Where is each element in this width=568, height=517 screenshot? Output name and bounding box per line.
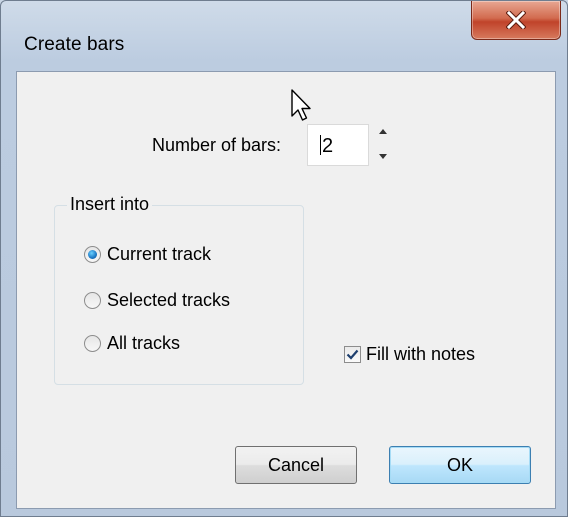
mouse-cursor-icon xyxy=(291,89,311,121)
fill-with-notes-checkbox[interactable]: Fill with notes xyxy=(344,344,475,365)
insert-into-label: Insert into xyxy=(67,194,153,215)
radio-current-track-label: Current track xyxy=(107,244,212,264)
spin-up-button[interactable] xyxy=(373,120,393,142)
window-title: Create bars xyxy=(24,34,125,55)
radio-current-track-indicator[interactable] xyxy=(84,246,101,263)
radio-selected-tracks[interactable]: Selected tracks xyxy=(84,290,230,311)
close-button[interactable] xyxy=(471,1,561,40)
dialog-client-area: Number of bars: 2 Insert into Current tr… xyxy=(16,71,556,509)
ok-button[interactable]: OK xyxy=(389,446,531,484)
radio-selected-tracks-indicator[interactable] xyxy=(84,292,101,309)
spin-down-icon xyxy=(379,154,387,159)
number-of-bars-value: 2 xyxy=(322,135,334,157)
spin-up-icon xyxy=(379,129,387,134)
fill-with-notes-box[interactable] xyxy=(344,346,361,363)
dialog-window: Create bars Number of bars: 2 Insert int… xyxy=(0,0,568,517)
radio-all-tracks[interactable]: All tracks xyxy=(84,333,180,354)
spin-down-button[interactable] xyxy=(373,146,393,168)
radio-all-tracks-label: All tracks xyxy=(107,333,181,353)
fill-with-notes-label: Fill with notes xyxy=(366,344,476,364)
radio-current-track[interactable]: Current track xyxy=(84,244,211,265)
number-of-bars-label: Number of bars: xyxy=(152,135,282,155)
radio-all-tracks-indicator[interactable] xyxy=(84,335,101,352)
checkmark-icon xyxy=(346,349,359,360)
text-caret xyxy=(320,135,321,155)
number-of-bars-input[interactable]: 2 xyxy=(307,124,369,166)
close-icon xyxy=(506,11,526,29)
radio-selected-tracks-label: Selected tracks xyxy=(107,290,231,310)
cancel-button[interactable]: Cancel xyxy=(235,446,357,484)
number-of-bars-spinner xyxy=(373,120,393,168)
